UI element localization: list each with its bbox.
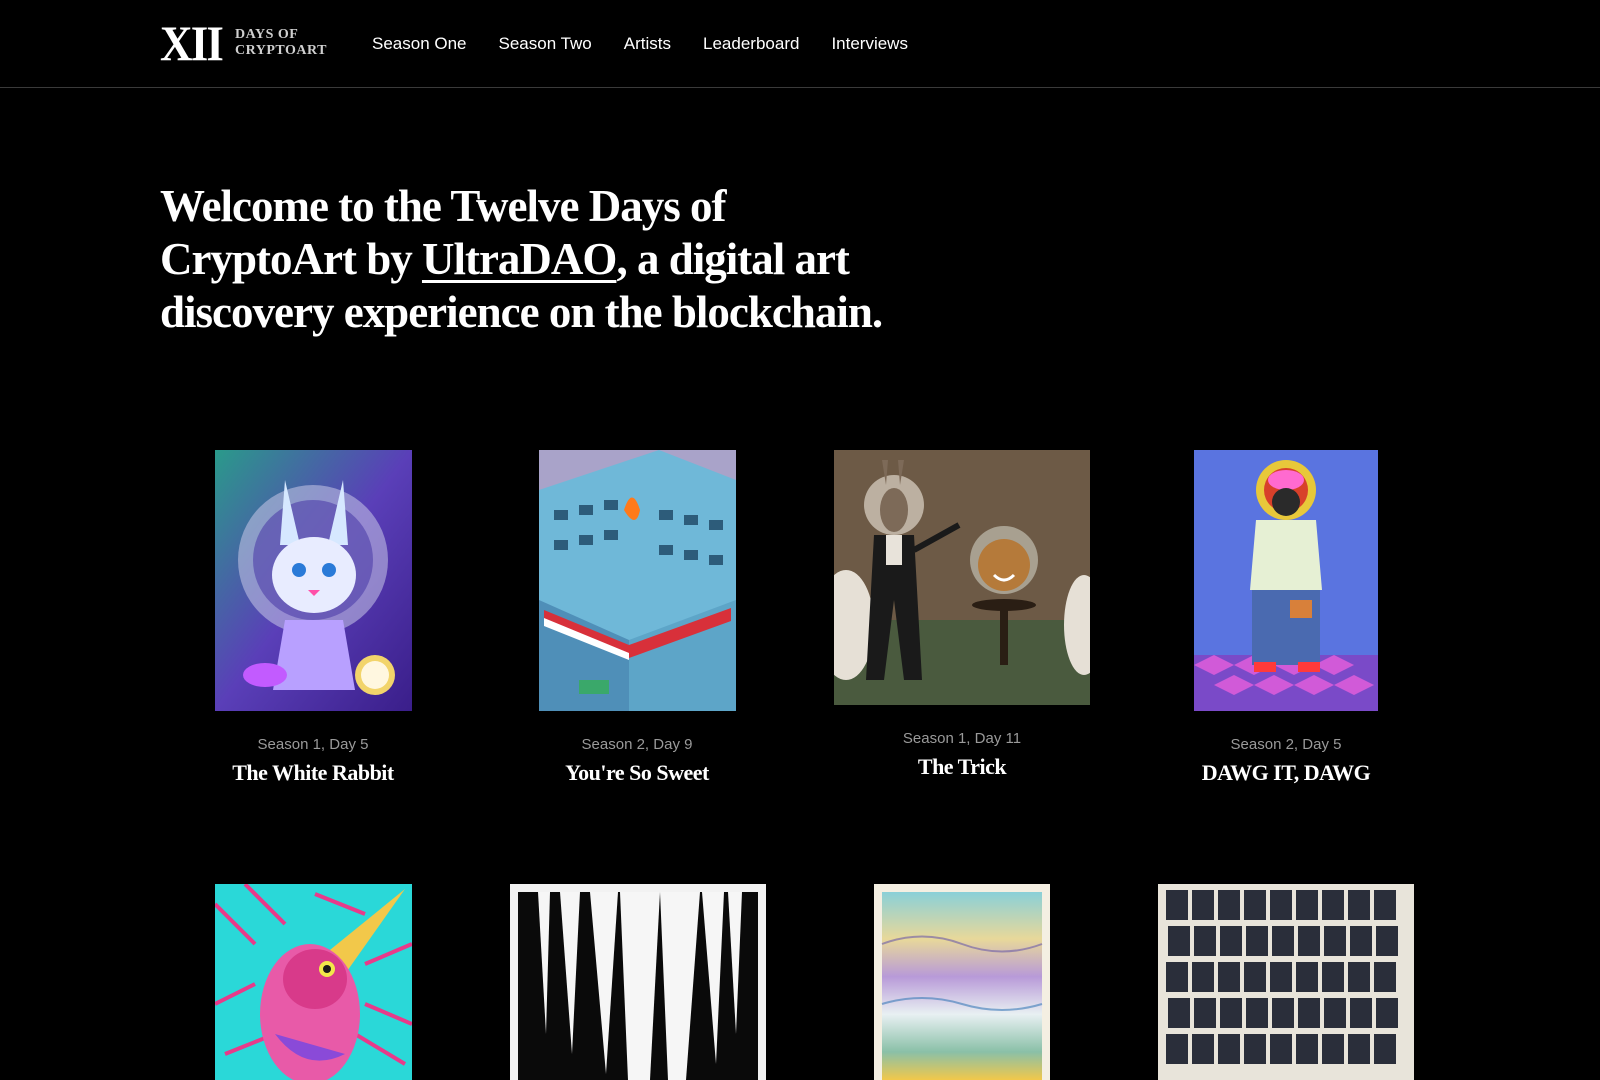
nav-interviews[interactable]: Interviews [831,33,908,55]
artwork-image-dawg-it-dawg[interactable] [1194,450,1378,711]
artwork-image-grid[interactable] [1158,884,1414,1080]
artwork-image-monochrome[interactable] [510,884,766,1080]
artwork-image-bird[interactable] [215,884,412,1080]
logo-wordmark: DAYS OF CRYPTOART [235,27,327,59]
artwork-meta-white-rabbit: Season 1, Day 5 [257,736,369,753]
artwork-image-white-rabbit[interactable] [215,450,412,711]
artwork-image-youre-so-sweet[interactable] [539,450,736,711]
artwork-meta-youre-so-sweet: Season 2, Day 9 [581,736,693,753]
artwork-title-youre-so-sweet[interactable]: You're So Sweet [477,760,797,786]
logo-line-1: DAYS OF [235,27,299,42]
nav-season-one[interactable]: Season One [372,33,467,55]
logo-line-2: CRYPTOART [235,43,327,58]
artwork-meta-dawg-it-dawg: Season 2, Day 5 [1230,736,1342,753]
artwork-title-the-trick[interactable]: The Trick [802,754,1122,780]
artwork-title-white-rabbit[interactable]: The White Rabbit [153,760,473,786]
artwork-image-the-trick[interactable] [834,450,1090,705]
ultradao-link[interactable]: UltraDAO [422,234,617,284]
artwork-image-clouds[interactable] [874,884,1050,1080]
nav-season-two[interactable]: Season Two [499,33,592,55]
hero-heading: Welcome to the Twelve Days of CryptoArt … [160,180,920,339]
nav-leaderboard[interactable]: Leaderboard [703,33,799,55]
artwork-title-dawg-it-dawg[interactable]: DAWG IT, DAWG [1126,760,1446,786]
artwork-meta-the-trick: Season 1, Day 11 [902,730,1022,747]
site-logo[interactable]: XII DAYS OF CRYPTOART [160,18,327,68]
site-header: XII DAYS OF CRYPTOART Season One Season … [0,0,1600,88]
logo-mark: XII [160,15,224,71]
main-nav: Season One Season Two Artists Leaderboar… [372,33,940,55]
nav-artists[interactable]: Artists [624,33,671,55]
